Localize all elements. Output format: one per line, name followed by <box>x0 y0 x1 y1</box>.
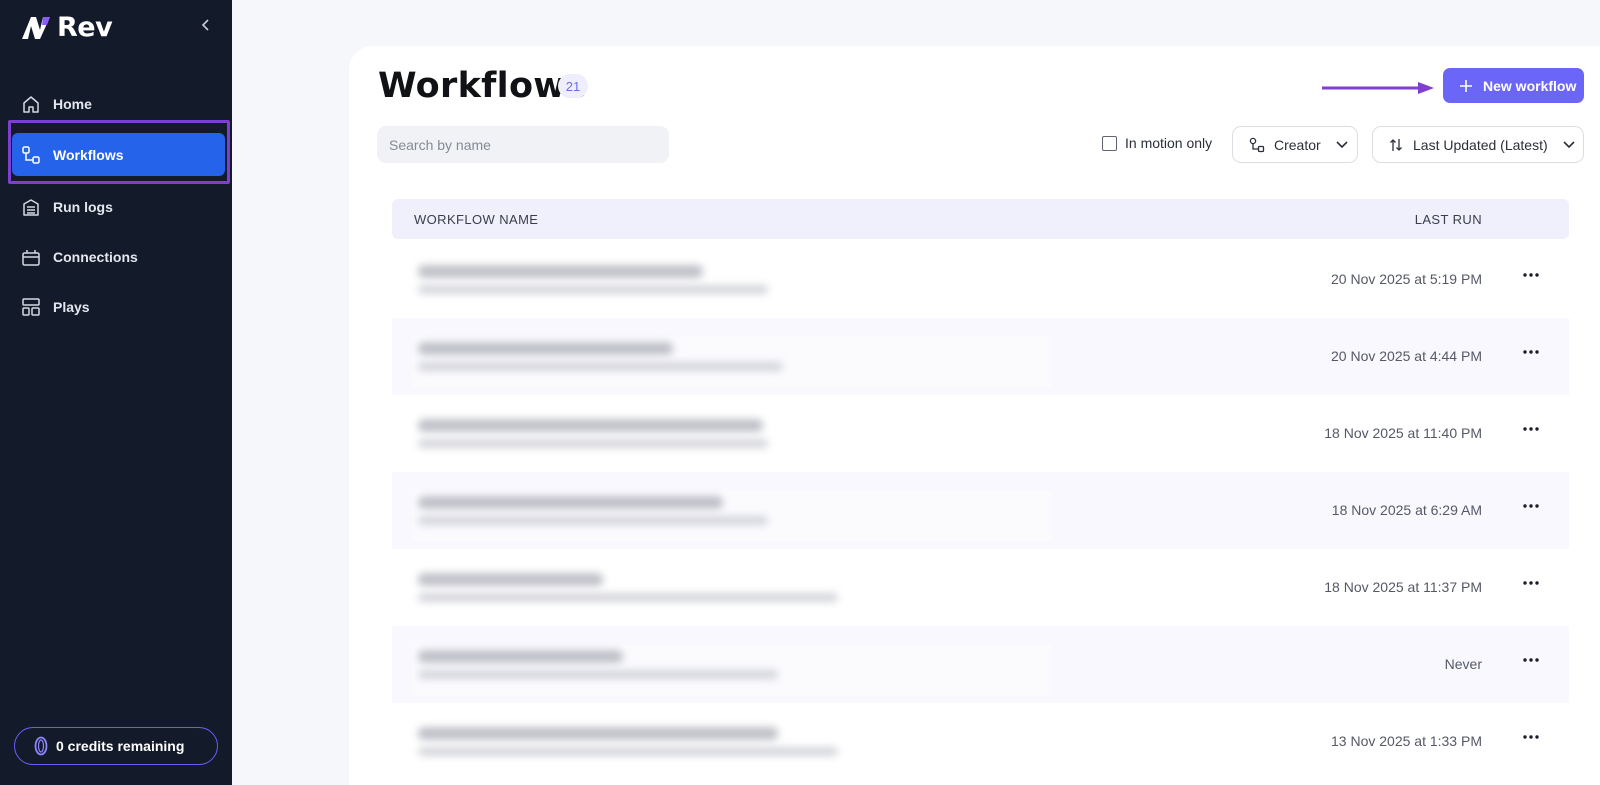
table-row[interactable]: 20 Nov 2025 at 5:19 PM <box>392 241 1569 318</box>
search-input[interactable] <box>377 126 669 163</box>
chevron-down-icon <box>1335 140 1349 150</box>
credits-label: 0 credits remaining <box>56 738 185 754</box>
table-header: WORKFLOW NAME LAST RUN <box>392 199 1569 239</box>
credits-coin-icon <box>34 736 48 756</box>
table-row[interactable]: 18 Nov 2025 at 11:40 PM <box>392 395 1569 472</box>
redacted-workflow-name <box>412 413 1052 465</box>
workflow-count-badge: 21 <box>558 74 588 98</box>
annotation-arrow <box>1322 82 1434 94</box>
sidebar-item-plays[interactable]: Plays <box>12 285 225 328</box>
sidebar-item-label: Connections <box>53 248 138 265</box>
sidebar-item-label: Workflows <box>53 146 124 163</box>
more-options-icon[interactable] <box>1521 344 1541 360</box>
creator-filter-label: Creator <box>1274 136 1321 153</box>
collapse-sidebar-button[interactable] <box>196 14 216 36</box>
sidebar-item-workflows[interactable]: Workflows <box>12 133 225 176</box>
chevron-left-icon <box>201 19 209 31</box>
brand-mark-icon <box>22 16 50 39</box>
last-run-value: 18 Nov 2025 at 11:40 PM <box>1324 425 1482 441</box>
last-run-value: 13 Nov 2025 at 1:33 PM <box>1331 733 1482 749</box>
table-row[interactable]: 13 Nov 2025 at 1:33 PM <box>392 703 1569 780</box>
page-title: Workflows <box>378 66 588 106</box>
table-row[interactable]: 20 Nov 2025 at 4:44 PM <box>392 318 1569 395</box>
in-motion-only-toggle[interactable]: In motion only <box>1102 135 1212 151</box>
credits-remaining-pill[interactable]: 0 credits remaining <box>14 727 218 765</box>
brand-name: Rev <box>57 12 113 43</box>
chevron-down-icon <box>1562 140 1576 150</box>
connections-icon <box>20 246 42 268</box>
last-run-value: 18 Nov 2025 at 11:37 PM <box>1324 579 1482 595</box>
sidebar: Rev Home Workflows Run logs Connections <box>0 0 232 785</box>
redacted-workflow-name <box>412 259 1052 311</box>
in-motion-label: In motion only <box>1125 135 1213 151</box>
redacted-workflow-name <box>412 336 1052 388</box>
plays-icon <box>20 296 42 318</box>
creator-filter-dropdown[interactable]: Creator <box>1232 126 1358 163</box>
more-options-icon[interactable] <box>1521 575 1541 591</box>
workflow-icon <box>20 144 42 166</box>
sidebar-item-label: Plays <box>53 298 90 315</box>
sidebar-item-label: Run logs <box>53 198 113 215</box>
redacted-workflow-name <box>412 567 1052 619</box>
redacted-workflow-name <box>412 644 1052 696</box>
redacted-workflow-name <box>412 490 1052 542</box>
in-motion-checkbox[interactable] <box>1102 135 1117 151</box>
sidebar-item-run-logs[interactable]: Run logs <box>12 185 225 228</box>
sort-dropdown[interactable]: Last Updated (Latest) <box>1372 126 1584 163</box>
home-icon <box>20 93 42 115</box>
column-header-last-run[interactable]: LAST RUN <box>1415 212 1482 227</box>
sidebar-item-connections[interactable]: Connections <box>12 235 225 278</box>
sidebar-item-home[interactable]: Home <box>12 82 225 125</box>
sort-label: Last Updated (Latest) <box>1413 136 1548 153</box>
last-run-value: 18 Nov 2025 at 6:29 AM <box>1331 502 1482 518</box>
run-logs-icon <box>20 196 42 218</box>
column-header-workflow-name[interactable]: WORKFLOW NAME <box>414 212 538 227</box>
more-options-icon[interactable] <box>1521 421 1541 437</box>
last-run-value: Never <box>1444 656 1482 672</box>
plus-icon <box>1460 79 1472 92</box>
table-row[interactable]: Never <box>392 626 1569 703</box>
more-options-icon[interactable] <box>1521 652 1541 668</box>
more-options-icon[interactable] <box>1521 498 1541 514</box>
new-workflow-button[interactable]: New workflow <box>1443 68 1584 103</box>
table-row[interactable]: 18 Nov 2025 at 6:29 AM <box>392 472 1569 549</box>
sidebar-item-label: Home <box>53 95 92 112</box>
last-run-value: 20 Nov 2025 at 5:19 PM <box>1331 271 1482 287</box>
more-options-icon[interactable] <box>1521 729 1541 745</box>
creator-workflow-icon <box>1249 137 1265 152</box>
last-run-value: 20 Nov 2025 at 4:44 PM <box>1331 348 1482 364</box>
brand-logo[interactable]: Rev <box>21 12 113 43</box>
more-options-icon[interactable] <box>1521 267 1541 283</box>
new-workflow-label: New workflow <box>1483 77 1577 94</box>
redacted-workflow-name <box>412 721 1052 773</box>
table-row[interactable]: 18 Nov 2025 at 11:37 PM <box>392 549 1569 626</box>
sort-arrows-icon <box>1390 138 1402 151</box>
